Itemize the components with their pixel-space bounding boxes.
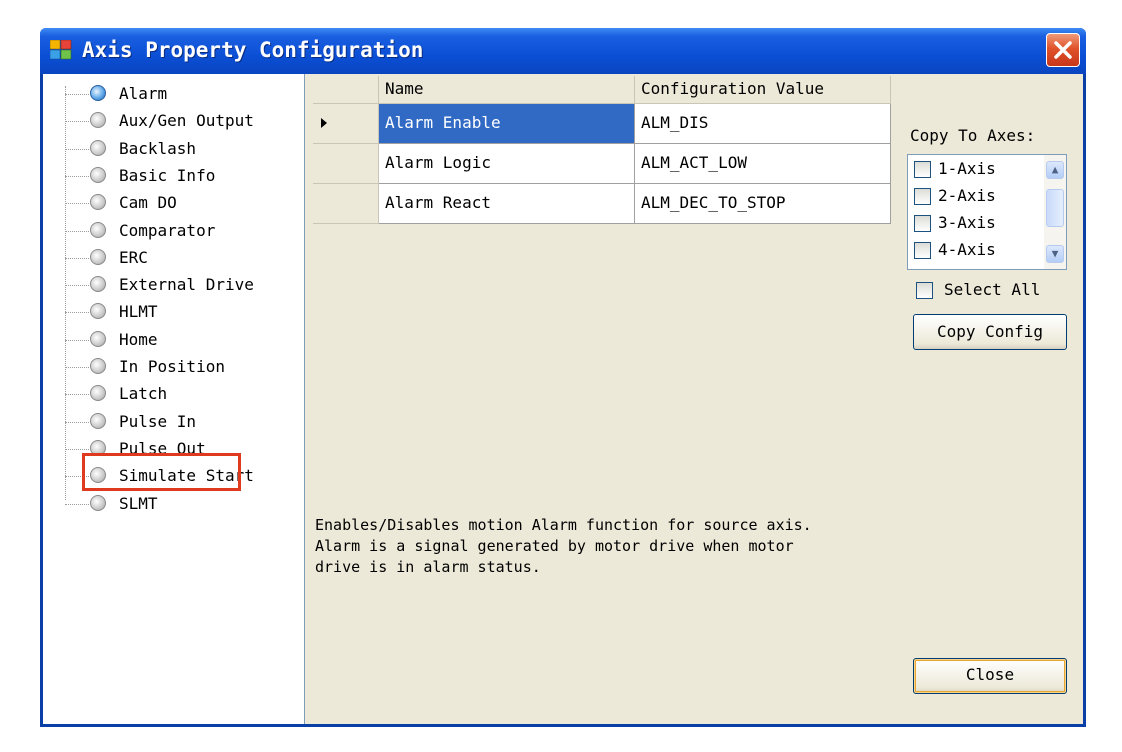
tree-branch-line [65,148,89,150]
tree-item-label: Cam DO [119,193,177,213]
column-header-value[interactable]: Configuration Value [635,76,891,104]
property-node-icon [90,85,106,101]
title-bar[interactable]: Axis Property Configuration [40,28,1086,74]
property-node-icon [90,494,106,511]
grid-cell-name[interactable]: Alarm React [379,184,635,224]
row-header-1[interactable] [313,104,379,144]
scroll-thumb[interactable] [1046,189,1064,227]
tree-branch-line [65,175,89,177]
tree-item-label: Home [119,329,158,349]
property-node-icon [90,412,106,429]
close-icon [1054,41,1072,59]
property-node-icon [90,194,106,211]
tree-branch-line [65,448,89,450]
select-all-label: Select All [944,280,1041,299]
tree-item-label: SLMT [119,493,158,513]
property-node-icon [90,358,106,374]
grid-cell-value[interactable]: ALM_DIS [635,104,891,144]
scroll-up-icon[interactable]: ▲ [1046,161,1064,179]
tree-item-label: HLMT [119,302,158,322]
scroll-down-icon[interactable]: ▼ [1046,245,1064,263]
axis-label: 3-Axis [938,213,996,232]
property-node-icon [90,112,106,129]
axis-label: 4-Axis [938,240,996,259]
property-node-icon [90,276,106,293]
tree-item-label: Pulse In [119,411,197,431]
column-header-name[interactable]: Name [379,76,635,104]
property-node-icon [90,303,106,320]
grid-cell-name[interactable]: Alarm Enable [379,104,635,144]
tree-branch-line [65,339,89,341]
select-all-checkbox[interactable] [916,282,933,299]
grid-cell-value[interactable]: ALM_ACT_LOW [635,144,891,184]
app-icon [50,40,72,60]
tree-item-label: External Drive [119,275,254,295]
grid-corner-header [313,76,379,104]
property-grid[interactable]: Name Configuration Value Alarm Enable AL… [313,76,893,252]
tree-branch-line [65,285,89,287]
tree-branch-line [65,312,89,314]
tree-item-label: ERC [119,247,148,267]
axis-label: 1-Axis [938,159,996,178]
tree-item-label: Alarm [119,84,168,103]
property-node-icon [90,248,106,265]
tree-item-label: Comparator [119,220,216,240]
grid-cell-name[interactable]: Alarm Logic [379,144,635,184]
axis-label: 2-Axis [938,186,996,205]
tree-branch-line [65,421,89,423]
axes-scrollbar[interactable]: ▲ ▼ [1044,155,1066,269]
tree-item-label: Basic Info [119,165,216,185]
tree-item-label: In Position [119,357,225,376]
close-button[interactable]: Close [913,658,1067,694]
property-node-icon [90,330,106,347]
property-node-icon [90,221,106,238]
property-tree[interactable]: Alarm Aux/Gen Output Backlash Basic Info Cam… [43,74,305,724]
tree-item-label: Latch [119,384,168,404]
property-node-icon [90,166,106,183]
property-node-icon [90,139,106,156]
copy-config-button[interactable]: Copy Config [913,314,1067,350]
dialog-client-area: Alarm Aux/Gen Output Backlash Basic Info Cam… [43,74,1083,724]
dialog-window: Axis Property Configuration Alarm Aux/Gen… [40,28,1086,727]
row-header-3[interactable] [313,184,379,224]
tree-branch-line [65,94,89,95]
axis-checkbox[interactable] [914,242,931,259]
axis-checkbox[interactable] [914,188,931,205]
property-description: Enables/Disables motion Alarm function f… [315,516,812,576]
tree-branch-line [65,503,89,505]
axis-checkbox[interactable] [914,161,931,178]
current-row-arrow-icon [321,118,327,128]
copy-to-axes-label: Copy To Axes: [910,126,1036,145]
window-close-button[interactable] [1046,33,1080,67]
property-node-icon [90,385,106,402]
grid-cell-value[interactable]: ALM_DEC_TO_STOP [635,184,891,224]
axes-checklist[interactable]: 1-Axis 2-Axis 3-Axis 4-Axis ▲ ▼ [907,154,1067,270]
tree-item-label: Backlash [119,138,197,158]
tree-branch-line [65,367,89,368]
tree-branch-line [65,230,89,232]
window-title: Axis Property Configuration [82,38,424,62]
tree-item-label: Aux/Gen Output [119,111,254,131]
tree-branch-line [65,203,89,205]
row-header-2[interactable] [313,144,379,184]
tree-branch-line [65,257,89,259]
tree-branch-line [65,121,89,123]
tree-branch-line [65,394,89,396]
axis-checkbox[interactable] [914,215,931,232]
annotation-highlight-box [82,453,241,491]
